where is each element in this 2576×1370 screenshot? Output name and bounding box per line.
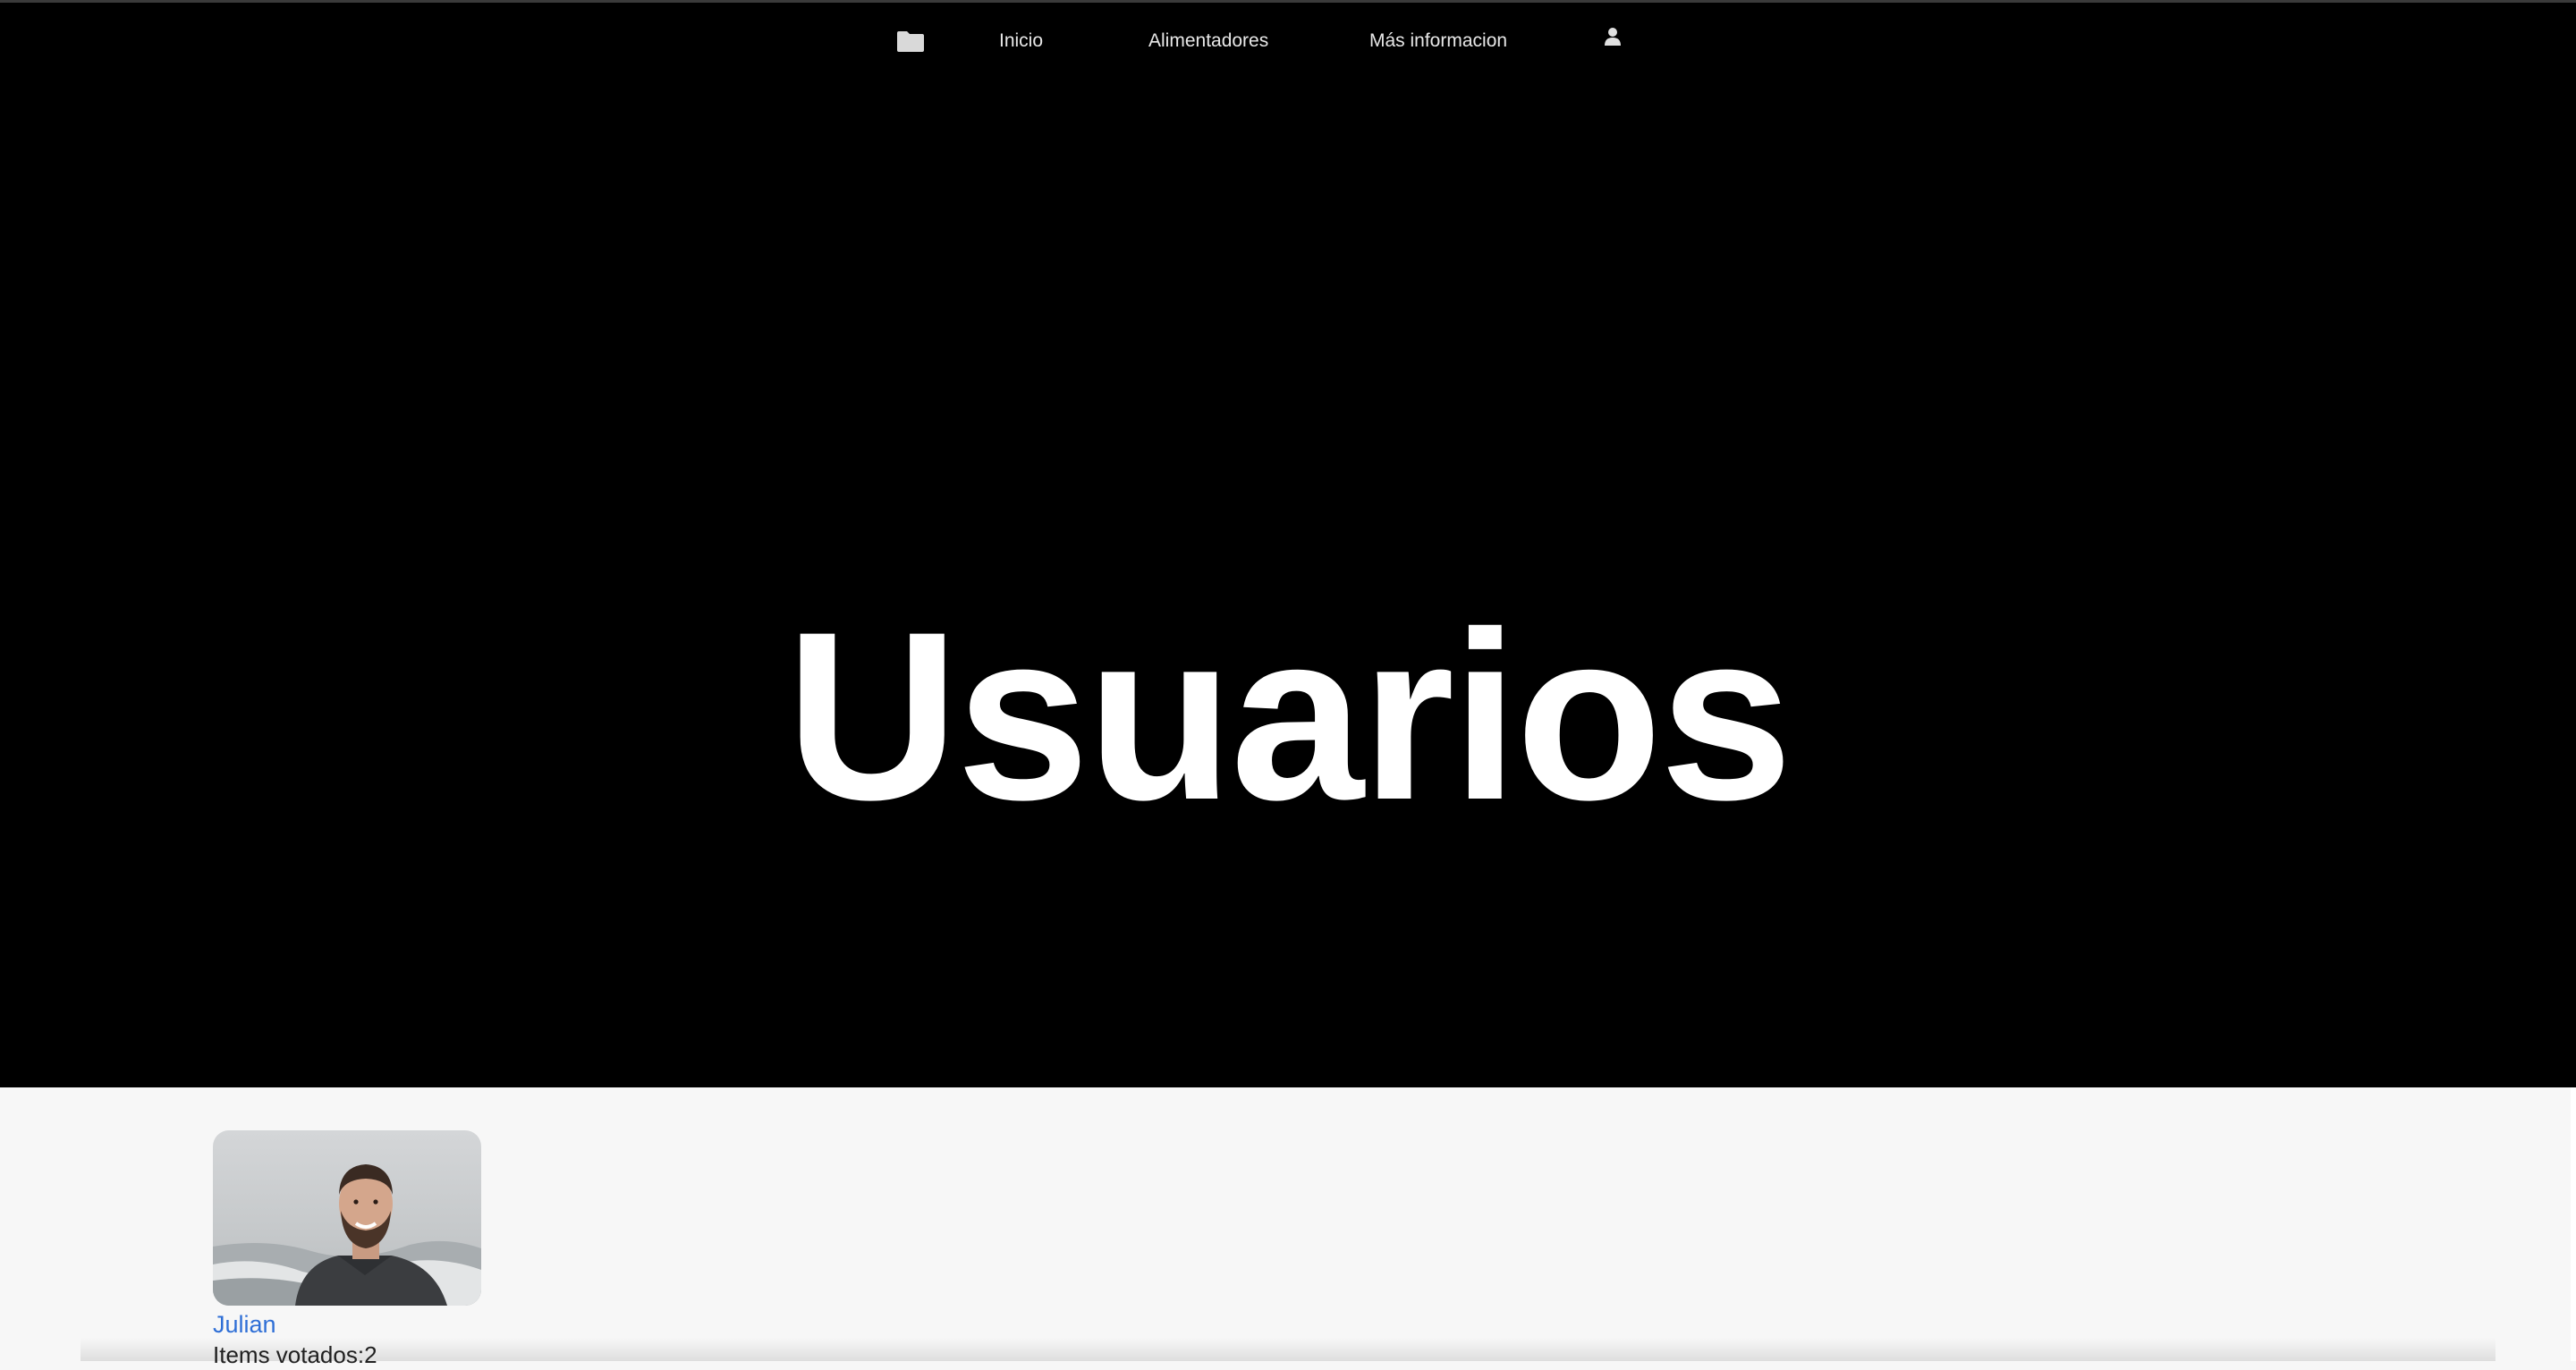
page-right-edge: [2571, 1087, 2576, 1361]
folder-icon[interactable]: [896, 30, 925, 53]
nav-link-mas-informacion[interactable]: Más informacion: [1369, 29, 1507, 54]
top-navigation: Inicio Alimentadores Más informacion: [0, 0, 2576, 82]
users-list: Julian Items votados:2: [0, 1087, 2576, 1368]
user-avatar[interactable]: [213, 1130, 481, 1306]
window-bottom-shadow: [80, 1338, 2496, 1361]
nav-link-inicio[interactable]: Inicio: [999, 29, 1043, 54]
user-icon[interactable]: [1604, 27, 1622, 47]
user-card: Julian Items votados:2: [213, 1130, 499, 1370]
page-title: Usuarios: [785, 580, 1793, 850]
hero-section: Inicio Alimentadores Más informacion Usu…: [0, 0, 2576, 1087]
nav-link-alimentadores[interactable]: Alimentadores: [1148, 29, 1268, 54]
user-name-link[interactable]: Julian: [213, 1309, 499, 1340]
